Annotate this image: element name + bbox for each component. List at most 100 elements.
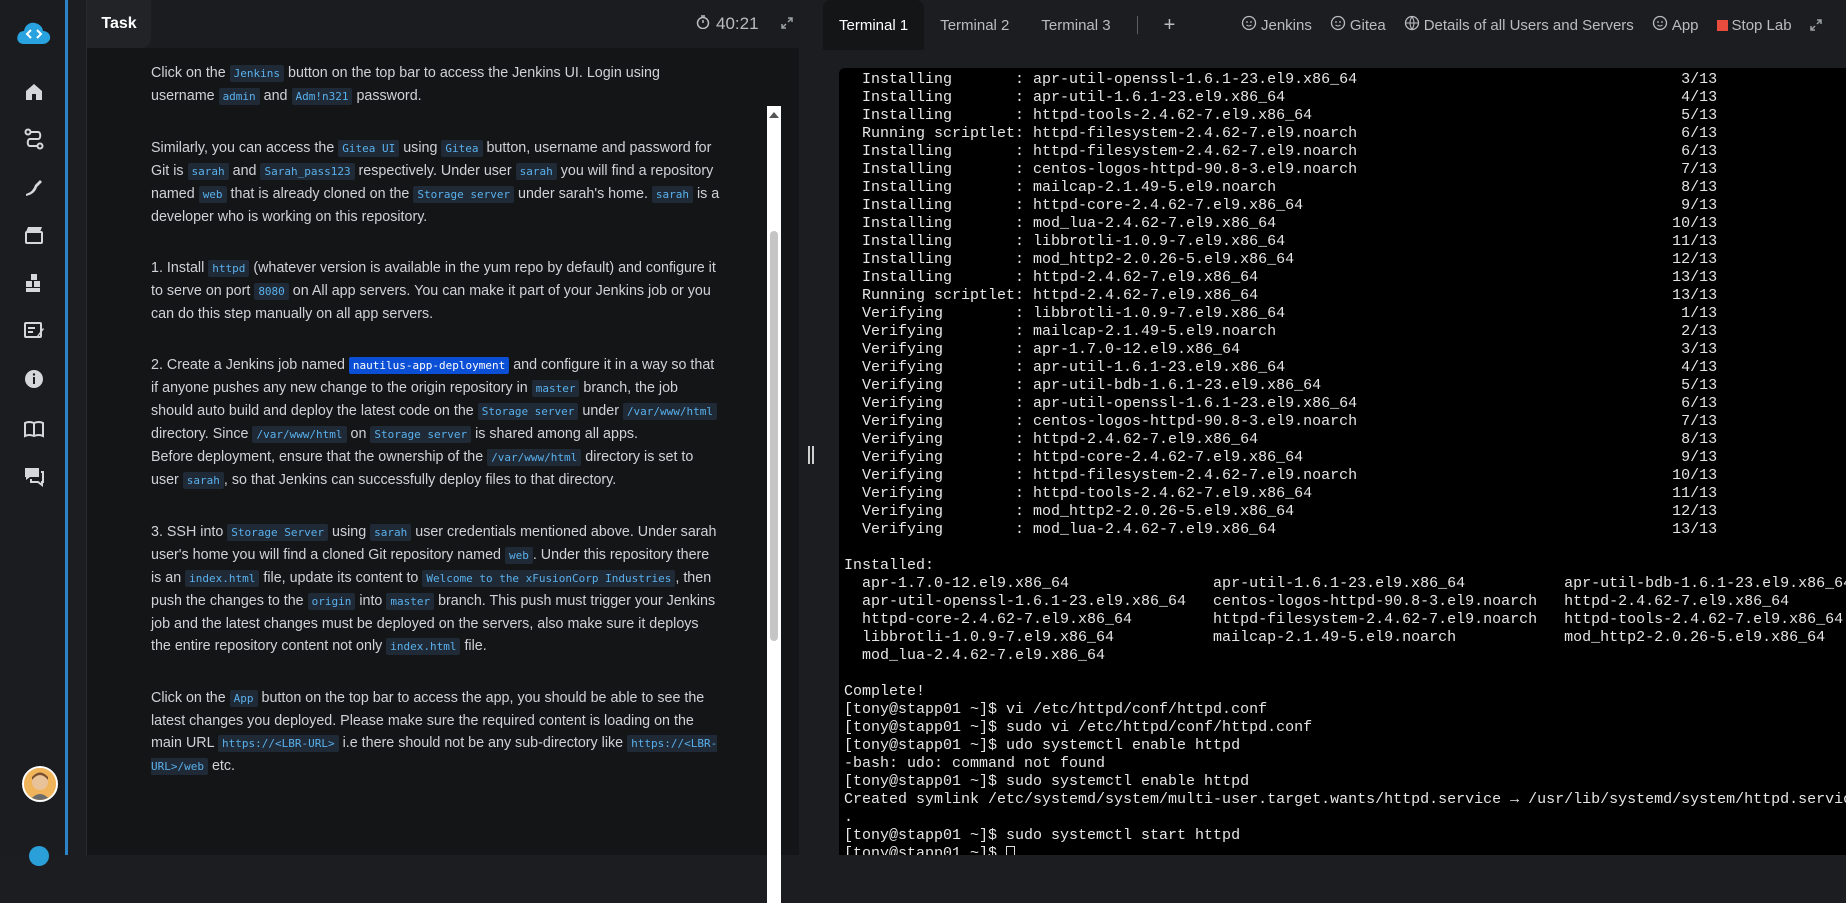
inline-code: sarah [187,163,229,180]
tab-separator [1136,16,1138,34]
inline-code: sarah [515,163,557,180]
inline-code: sarah [182,472,224,489]
inline-code: web [504,547,533,564]
terminal-panel: Terminal 1 Terminal 2 Terminal 3 + Jenki… [823,0,1846,855]
stopwatch-icon [696,14,710,34]
paragraph-text: that is already cloned on the [226,186,414,202]
task-paragraph: Similarly, you can access the Gitea UI u… [151,137,721,228]
scrollbar-thumb[interactable] [770,231,778,641]
paragraph-text: on [346,426,371,442]
task-content: Click on the Jenkins button on the top b… [87,48,800,903]
paragraph-text: etc. [207,758,236,774]
jenkins-button[interactable]: Jenkins [1241,15,1312,35]
scroll-up-icon[interactable] [769,112,779,118]
top-bar-links: Jenkins Gitea Details of all Users and S… [1241,0,1822,50]
inline-code: https://<LBR-URL> [218,735,339,752]
logo-icon[interactable] [15,20,53,48]
inline-code: sarah [651,186,694,203]
inline-code: sarah [370,524,412,541]
inline-code: master [386,593,435,610]
blocks-icon[interactable] [21,270,47,296]
stop-icon [1716,19,1728,31]
paragraph-text: under [578,403,623,419]
paragraph-text: i.e there should not be any sub-director… [338,735,628,751]
gitea-button[interactable]: Gitea [1330,15,1386,35]
task-paragraph: 2. Create a Jenkins job named nautilus-a… [151,354,721,492]
paragraph-text: Click on the [151,65,230,81]
home-icon[interactable] [21,79,47,105]
inline-code: Sarah_pass123 [260,163,355,180]
paragraph-text: 3. SSH into [151,524,228,540]
paragraph-text: respectively. Under user [354,163,516,179]
paragraph-text: password. [352,88,422,104]
app-button[interactable]: App [1652,15,1699,35]
inline-code: Storage server [370,426,472,443]
inline-code: /var/www/html [622,403,718,420]
grip-icon[interactable] [808,446,814,464]
inline-code: origin [307,593,356,610]
task-paragraph: Click on the Jenkins button on the top b… [151,62,721,108]
paragraph-text: 1. Install [151,260,209,276]
timer: 40:21 [696,14,759,34]
inline-code: nautilus-app-deployment [348,357,510,374]
steps-icon[interactable] [21,174,47,200]
jenkins-icon [1241,15,1257,35]
paragraph-text: Similarly, you can access the [151,140,339,156]
paragraph-text: file. [460,638,487,654]
tab-task[interactable]: Task [87,0,151,48]
inline-code: master [531,380,580,397]
avatar[interactable] [22,766,58,802]
paragraph-text: Click on the [151,690,230,706]
terminal-tabs: Terminal 1 Terminal 2 Terminal 3 + [823,0,1189,50]
inline-code: Adm!n321 [291,88,353,105]
tab-terminal-1[interactable]: Terminal 1 [823,0,925,50]
inline-code: Storage server [477,403,579,420]
terminal-header: Terminal 1 Terminal 2 Terminal 3 + Jenki… [823,0,1846,50]
info-icon[interactable] [21,366,47,392]
inline-code: Welcome to the xFusionCorp Industries [422,570,676,587]
inline-code: index.html [386,638,461,655]
left-nav [0,0,68,866]
inline-code: /var/www/html [487,449,582,466]
path-icon[interactable] [21,126,47,152]
paragraph-text: , so that Jenkins can successfully deplo… [223,472,617,488]
app-icon [1652,15,1668,35]
book-icon[interactable] [21,416,47,442]
terminal-cursor [1006,845,1016,855]
inline-code: App [229,690,258,707]
expand-terminal-icon[interactable] [1809,19,1822,31]
paragraph-text: using [399,140,442,156]
paragraph-text: using [328,524,371,540]
task-paragraph: 1. Install httpd (whatever version is av… [151,257,721,325]
inline-code: /var/www/html [252,426,347,443]
paragraph-text: Before deployment, ensure that the owner… [151,449,488,465]
status-dot [29,846,49,866]
paragraph-text: into [355,593,387,609]
task-description: Click on the Jenkins button on the top b… [151,62,721,807]
users-servers-button[interactable]: Details of all Users and Servers [1404,15,1634,35]
paragraph-text: and [228,163,261,179]
notes-icon[interactable] [21,318,47,344]
add-tab-icon[interactable]: + [1150,0,1190,50]
clapper-icon[interactable] [21,222,47,248]
expand-icon[interactable] [781,16,793,32]
task-paragraph: Click on the App button on the top bar t… [151,687,721,778]
gitea-icon [1330,15,1346,35]
tab-terminal-3[interactable]: Terminal 3 [1025,0,1126,50]
panel-resizer[interactable] [799,0,823,855]
paragraph-text: is shared among all apps. [471,426,639,442]
inline-code: Gitea [441,140,483,157]
inline-code: web [198,186,227,203]
tab-terminal-2[interactable]: Terminal 2 [924,0,1025,50]
task-paragraph: 3. SSH into Storage Server using sarah u… [151,521,721,658]
task-panel-header: Task 40:21 [87,0,800,48]
chat-icon[interactable] [21,463,47,489]
task-panel: Task 40:21 Click on the Jenkins button o… [86,0,800,903]
terminal-output[interactable]: Installing : apr-util-openssl-1.6.1-23.e… [839,68,1846,855]
inline-code: httpd [208,260,250,277]
stop-lab-button[interactable]: Stop Lab [1716,17,1792,34]
scrollbar[interactable] [767,106,781,903]
paragraph-text: under sarah's home. [514,186,652,202]
inline-code: Storage server [413,186,515,203]
paragraph-text: directory. Since [151,426,253,442]
